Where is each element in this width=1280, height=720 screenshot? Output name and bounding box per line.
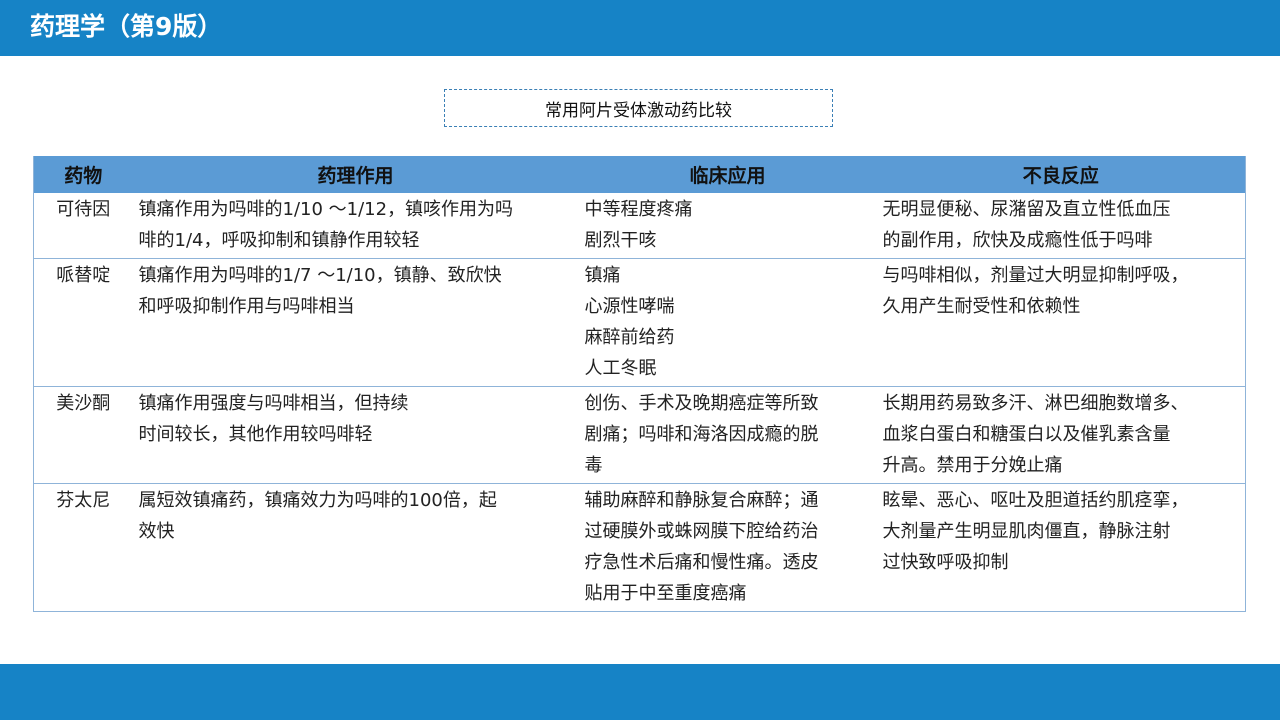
cell-line: 无明显便秘、尿潴留及直立性低血压 — [882, 199, 1171, 220]
drug-table: 药物 药理作用 临床应用 不良反应 可待因 镇痛作用为吗啡的1/10 ～1/12… — [33, 156, 1246, 612]
table-row: 哌替啶 镇痛作用为吗啡的1/7 ～1/10，镇静、致欣快 和呼吸抑制作用与吗啡相… — [33, 258, 1246, 387]
drug-name: 芬太尼 — [33, 483, 133, 612]
cell-line: 久用产生耐受性和依赖性 — [882, 296, 1081, 317]
pharmacology-cell: 镇痛作用为吗啡的1/10 ～1/12，镇咳作用为吗 啡的1/4，呼吸抑制和镇静作… — [132, 193, 579, 259]
adverse-cell: 与吗啡相似，剂量过大明显抑制呼吸， 久用产生耐受性和依赖性 — [876, 258, 1246, 387]
drug-name: 美沙酮 — [33, 386, 133, 484]
pharmacology-cell: 镇痛作用强度与吗啡相当，但持续 时间较长，其他作用较吗啡轻 — [132, 386, 579, 484]
cell-line: 的副作用，欣快及成瘾性低于吗啡 — [882, 230, 1153, 251]
column-header-pharmacology: 药理作用 — [132, 156, 579, 193]
bottom-banner — [0, 664, 1280, 720]
cell-line: 和呼吸抑制作用与吗啡相当 — [138, 296, 355, 317]
cell-line: 眩晕、恶心、呕吐及胆道括约肌痉挛， — [882, 490, 1189, 511]
clinical-cell: 中等程度疼痛 剧烈干咳 — [578, 193, 877, 259]
table-row: 美沙酮 镇痛作用强度与吗啡相当，但持续 时间较长，其他作用较吗啡轻 创伤、手术及… — [33, 386, 1246, 484]
cell-line: 长期用药易致多汗、淋巴细胞数增多、 — [882, 393, 1189, 414]
pharmacology-cell: 镇痛作用为吗啡的1/7 ～1/10，镇静、致欣快 和呼吸抑制作用与吗啡相当 — [132, 258, 579, 387]
table-row: 芬太尼 属短效镇痛药，镇痛效力为吗啡的100倍，起 效快 辅助麻醉和静脉复合麻醉… — [33, 483, 1246, 612]
cell-line: 心源性哮喘 — [584, 296, 675, 317]
cell-line: 大剂量产生明显肌肉僵直，静脉注射 — [882, 521, 1171, 542]
cell-line: 疗急性术后痛和慢性痛。透皮 — [584, 552, 819, 573]
page-title: 药理学（第9版） — [30, 12, 223, 41]
cell-line: 镇痛作用强度与吗啡相当，但持续 — [138, 393, 409, 414]
cell-line: 属短效镇痛药，镇痛效力为吗啡的100倍，起 — [138, 490, 497, 511]
clinical-cell: 创伤、手术及晚期癌症等所致 剧痛；吗啡和海洛因成瘾的脱 毒 — [578, 386, 877, 484]
clinical-cell: 辅助麻醉和静脉复合麻醉；通 过硬膜外或蛛网膜下腔给药治 疗急性术后痛和慢性痛。透… — [578, 483, 877, 612]
pharmacology-cell: 属短效镇痛药，镇痛效力为吗啡的100倍，起 效快 — [132, 483, 579, 612]
cell-line: 创伤、手术及晚期癌症等所致 — [584, 393, 819, 414]
cell-line: 剧烈干咳 — [584, 230, 657, 251]
table-row: 可待因 镇痛作用为吗啡的1/10 ～1/12，镇咳作用为吗 啡的1/4，呼吸抑制… — [33, 193, 1246, 259]
cell-line: 镇痛作用为吗啡的1/10 ～1/12，镇咳作用为吗 — [138, 199, 514, 220]
column-header-adverse: 不良反应 — [876, 156, 1246, 193]
cell-line: 过快致呼吸抑制 — [882, 552, 1009, 573]
cell-line: 镇痛 — [584, 265, 621, 286]
cell-line: 升高。禁用于分娩止痛 — [882, 455, 1063, 476]
table-header-row: 药物 药理作用 临床应用 不良反应 — [33, 156, 1246, 193]
cell-line: 毒 — [584, 455, 603, 476]
cell-line: 镇痛作用为吗啡的1/7 ～1/10，镇静、致欣快 — [138, 265, 502, 286]
cell-line: 中等程度疼痛 — [584, 199, 693, 220]
column-header-clinical: 临床应用 — [578, 156, 877, 193]
adverse-cell: 无明显便秘、尿潴留及直立性低血压 的副作用，欣快及成瘾性低于吗啡 — [876, 193, 1246, 259]
cell-line: 与吗啡相似，剂量过大明显抑制呼吸， — [882, 265, 1189, 286]
top-banner: 药理学（第9版） — [0, 0, 1280, 56]
cell-line: 贴用于中至重度癌痛 — [584, 583, 747, 604]
cell-line: 辅助麻醉和静脉复合麻醉；通 — [584, 490, 819, 511]
table-caption: 常用阿片受体激动药比较 — [444, 89, 833, 127]
column-header-drug: 药物 — [33, 156, 133, 193]
cell-line: 啡的1/4，呼吸抑制和镇静作用较轻 — [138, 230, 420, 251]
cell-line: 过硬膜外或蛛网膜下腔给药治 — [584, 521, 819, 542]
comparison-table: 药物 药理作用 临床应用 不良反应 可待因 镇痛作用为吗啡的1/10 ～1/12… — [33, 156, 1246, 612]
cell-line: 时间较长，其他作用较吗啡轻 — [138, 424, 373, 445]
drug-name: 哌替啶 — [33, 258, 133, 387]
cell-line: 效快 — [138, 521, 175, 542]
cell-line: 麻醉前给药 — [584, 327, 675, 348]
cell-line: 剧痛；吗啡和海洛因成瘾的脱 — [584, 424, 819, 445]
cell-line: 人工冬眠 — [584, 358, 657, 379]
clinical-cell: 镇痛 心源性哮喘 麻醉前给药 人工冬眠 — [578, 258, 877, 387]
adverse-cell: 眩晕、恶心、呕吐及胆道括约肌痉挛， 大剂量产生明显肌肉僵直，静脉注射 过快致呼吸… — [876, 483, 1246, 612]
cell-line: 血浆白蛋白和糖蛋白以及催乳素含量 — [882, 424, 1171, 445]
drug-name: 可待因 — [33, 193, 133, 259]
adverse-cell: 长期用药易致多汗、淋巴细胞数增多、 血浆白蛋白和糖蛋白以及催乳素含量 升高。禁用… — [876, 386, 1246, 484]
